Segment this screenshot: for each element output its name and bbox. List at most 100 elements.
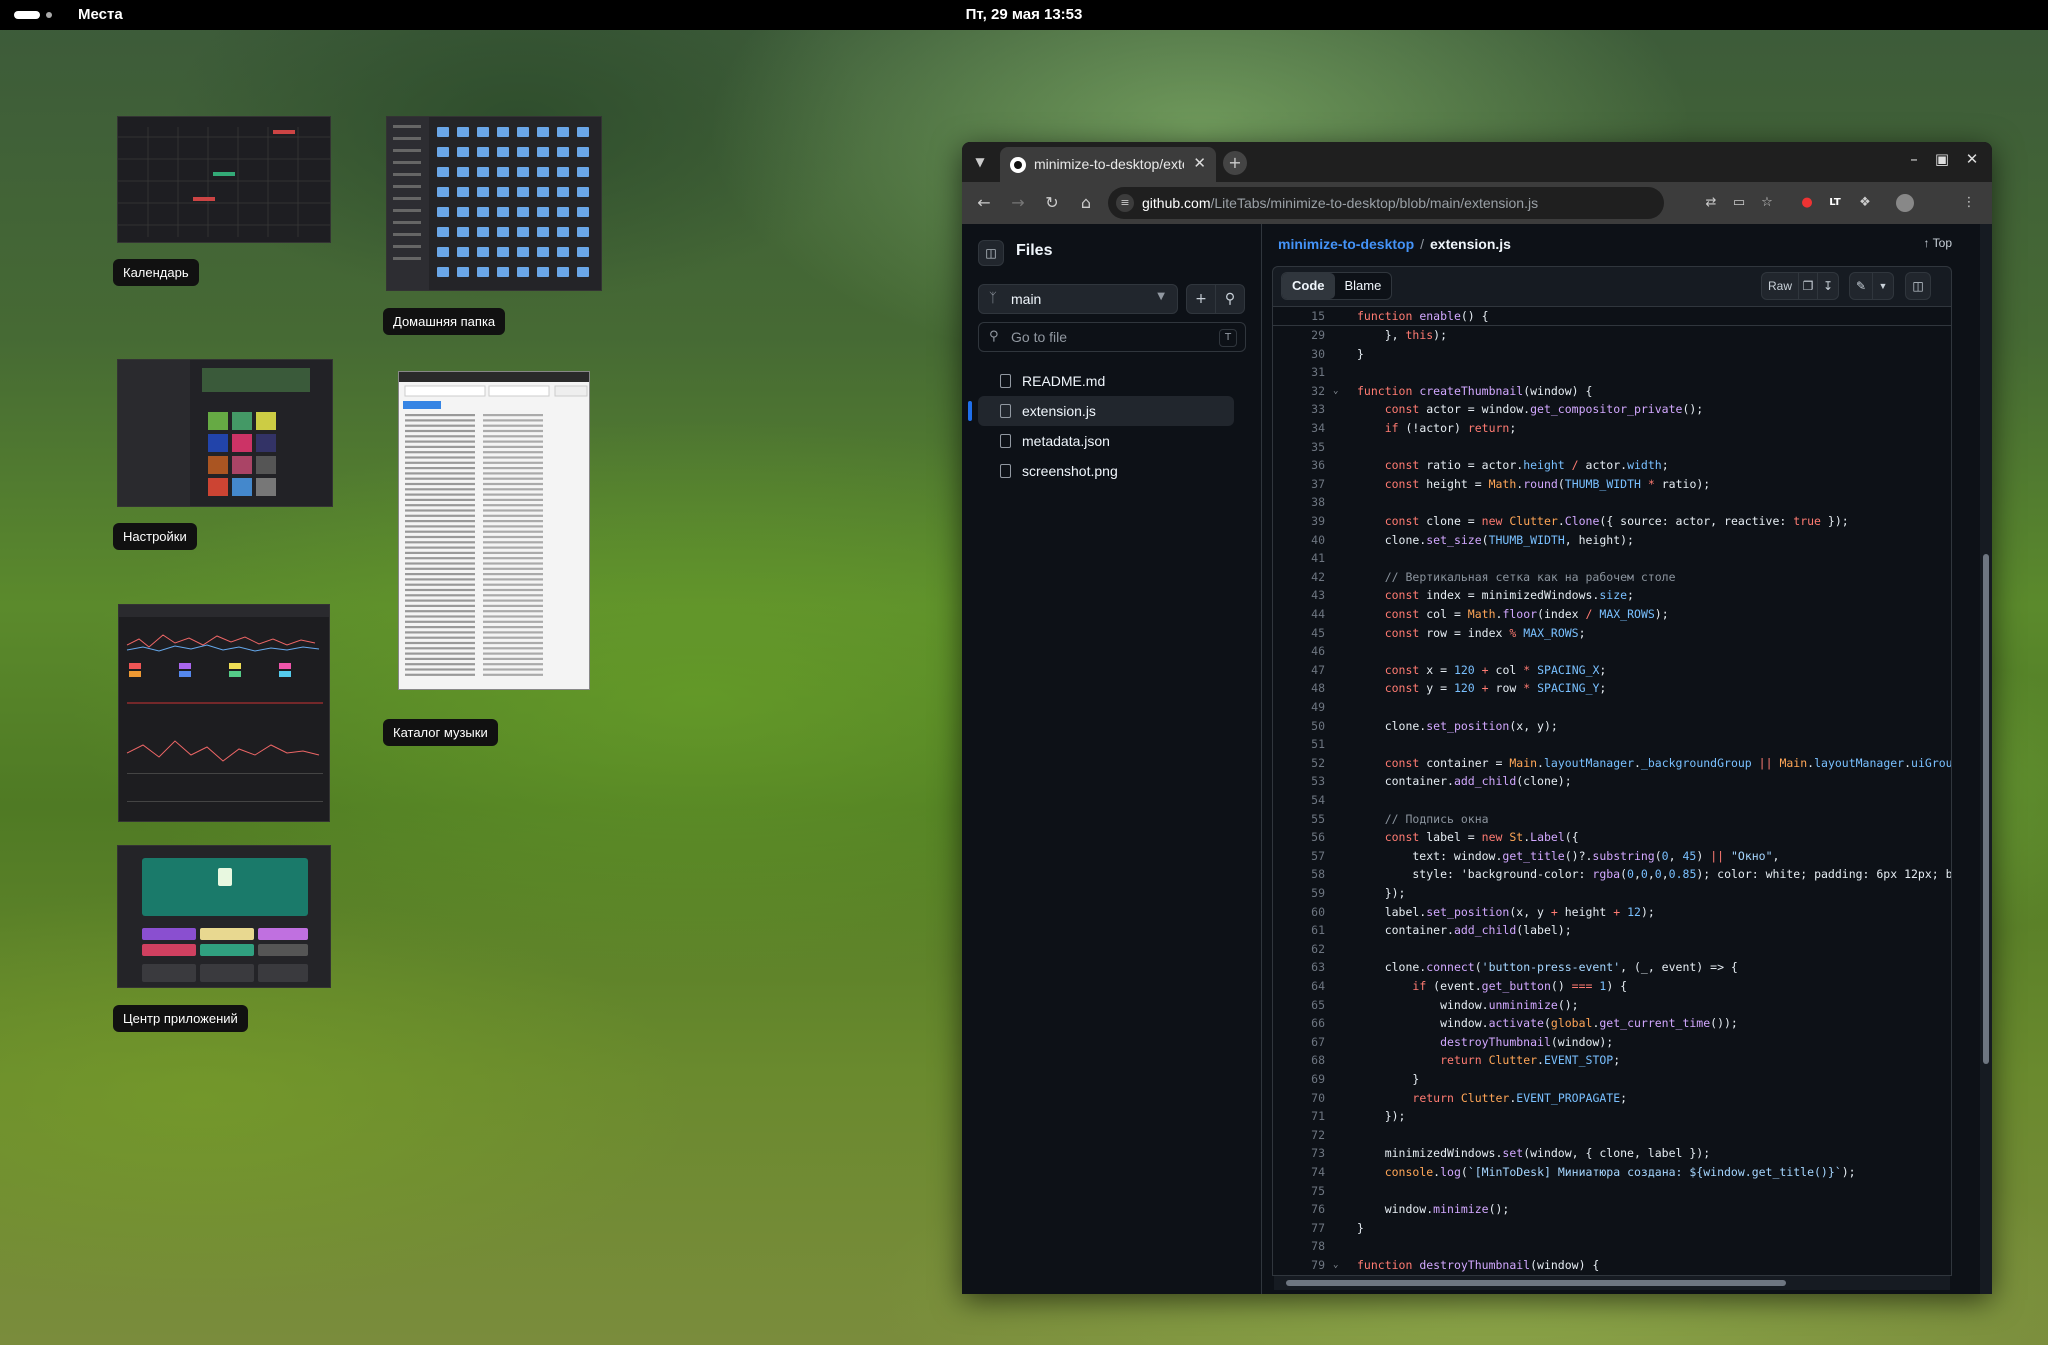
line-number[interactable]: 46 — [1273, 642, 1325, 661]
edit-pencil-icon[interactable]: ✎ — [1849, 272, 1873, 300]
line-number[interactable]: 51 — [1273, 735, 1325, 754]
extensions-puzzle-icon[interactable]: ❖ — [1856, 194, 1874, 212]
branch-selector[interactable]: ᛉ main ▼ — [978, 284, 1178, 314]
line-number[interactable]: 71 — [1273, 1107, 1325, 1126]
line-number[interactable]: 45 — [1273, 624, 1325, 643]
line-number[interactable]: 58 — [1273, 865, 1325, 884]
translate-icon[interactable]: ⇄ — [1702, 194, 1720, 212]
download-icon[interactable]: ↧ — [1817, 272, 1839, 300]
cast-icon[interactable]: ▭ — [1730, 194, 1748, 212]
line-number[interactable]: 76 — [1273, 1200, 1325, 1219]
reload-icon[interactable]: ↻ — [1040, 191, 1064, 215]
fold-chevron-icon[interactable]: ⌄ — [1333, 1256, 1338, 1275]
line-number[interactable]: 69 — [1273, 1070, 1325, 1089]
line-number[interactable]: 41 — [1273, 549, 1325, 568]
line-number[interactable]: 52 — [1273, 754, 1325, 773]
line-number[interactable]: 73 — [1273, 1144, 1325, 1163]
line-number[interactable]: 15 — [1273, 307, 1325, 326]
line-number[interactable]: 54 — [1273, 791, 1325, 810]
line-number[interactable]: 44 — [1273, 605, 1325, 624]
line-number[interactable]: 70 — [1273, 1089, 1325, 1108]
line-number[interactable]: 55 — [1273, 810, 1325, 829]
line-number[interactable]: 75 — [1273, 1182, 1325, 1201]
close-tab-icon[interactable]: ✕ — [1193, 154, 1206, 172]
go-to-file-input[interactable]: ⚲ Go to file T — [978, 322, 1246, 352]
file-item-readme[interactable]: README.md — [978, 366, 1234, 396]
clock[interactable]: Пт, 29 мая 13:53 — [0, 6, 2048, 23]
line-number[interactable]: 68 — [1273, 1051, 1325, 1070]
close-window-icon[interactable]: ✕ — [1962, 150, 1982, 168]
line-number[interactable]: 59 — [1273, 884, 1325, 903]
line-number[interactable]: 53 — [1273, 772, 1325, 791]
tab-search-button[interactable]: ▼ — [968, 150, 992, 174]
collapse-sidebar-icon[interactable]: ◫ — [978, 240, 1004, 266]
tab-blame[interactable]: Blame — [1335, 273, 1392, 299]
back-to-top-button[interactable]: ↑ Top — [1924, 236, 1952, 250]
symbols-panel-icon[interactable]: ◫ — [1905, 272, 1931, 300]
line-number[interactable]: 36 — [1273, 456, 1325, 475]
raw-button[interactable]: Raw — [1761, 272, 1799, 300]
line-number[interactable]: 78 — [1273, 1237, 1325, 1256]
file-item-metadata[interactable]: metadata.json — [978, 426, 1234, 456]
line-number[interactable]: 39 — [1273, 512, 1325, 531]
line-number[interactable]: 65 — [1273, 996, 1325, 1015]
line-number[interactable]: 50 — [1273, 717, 1325, 736]
edit-options-chevron-icon[interactable]: ▼ — [1872, 272, 1894, 300]
line-number[interactable]: 49 — [1273, 698, 1325, 717]
line-number[interactable]: 43 — [1273, 586, 1325, 605]
bookmark-star-icon[interactable]: ☆ — [1758, 194, 1776, 212]
line-number[interactable]: 56 — [1273, 828, 1325, 847]
search-files-button[interactable]: ⚲ — [1215, 284, 1245, 314]
line-number[interactable]: 47 — [1273, 661, 1325, 680]
line-number[interactable]: 38 — [1273, 493, 1325, 512]
address-bar[interactable]: ≡ github.com/LiteTabs/minimize-to-deskto… — [1108, 187, 1664, 219]
extension-litetabs-icon[interactable]: LT — [1826, 194, 1844, 212]
music-catalog-thumbnail[interactable] — [398, 371, 590, 690]
new-tab-button[interactable]: + — [1223, 151, 1247, 175]
active-tab[interactable]: minimize-to-desktop/extension.js ✕ — [1000, 147, 1216, 182]
line-number[interactable]: 48 — [1273, 679, 1325, 698]
profile-avatar[interactable] — [1896, 194, 1914, 212]
line-number[interactable]: 32 — [1273, 382, 1325, 401]
horizontal-scroll-thumb[interactable] — [1286, 1280, 1786, 1286]
line-number[interactable]: 63 — [1273, 958, 1325, 977]
app-center-thumbnail[interactable] — [117, 845, 331, 988]
browser-menu-icon[interactable]: ⋮ — [1960, 194, 1978, 212]
home-folder-thumbnail[interactable] — [386, 116, 602, 291]
system-monitor-thumbnail[interactable] — [118, 604, 330, 822]
minimize-icon[interactable]: – — [1904, 150, 1924, 168]
file-item-extension[interactable]: extension.js — [968, 396, 1234, 426]
calendar-thumbnail[interactable] — [117, 116, 331, 243]
line-number[interactable]: 40 — [1273, 531, 1325, 550]
line-number[interactable]: 61 — [1273, 921, 1325, 940]
line-number[interactable]: 29 — [1273, 326, 1325, 345]
line-number[interactable]: 31 — [1273, 363, 1325, 382]
line-number[interactable]: 74 — [1273, 1163, 1325, 1182]
line-number[interactable]: 66 — [1273, 1014, 1325, 1033]
back-icon[interactable]: ← — [972, 191, 996, 215]
line-number[interactable]: 35 — [1273, 438, 1325, 457]
line-number[interactable]: 57 — [1273, 847, 1325, 866]
maximize-icon[interactable]: ▣ — [1932, 150, 1952, 168]
settings-thumbnail[interactable] — [117, 359, 333, 507]
home-icon[interactable]: ⌂ — [1074, 191, 1098, 215]
line-number[interactable]: 62 — [1273, 940, 1325, 959]
forward-icon[interactable]: → — [1006, 191, 1030, 215]
line-number[interactable]: 30 — [1273, 345, 1325, 364]
horizontal-scrollbar[interactable] — [1274, 1276, 1950, 1290]
line-number[interactable]: 72 — [1273, 1126, 1325, 1145]
add-file-button[interactable]: + — [1186, 284, 1216, 314]
tab-code[interactable]: Code — [1282, 273, 1335, 299]
line-number[interactable]: 67 — [1273, 1033, 1325, 1052]
line-number[interactable]: 77 — [1273, 1219, 1325, 1238]
line-number[interactable]: 34 — [1273, 419, 1325, 438]
file-item-screenshot[interactable]: screenshot.png — [978, 456, 1234, 486]
vertical-scrollbar[interactable] — [1980, 224, 1992, 1294]
site-info-icon[interactable]: ≡ — [1116, 194, 1134, 212]
copy-icon[interactable]: ❐ — [1798, 272, 1818, 300]
line-number[interactable]: 42 — [1273, 568, 1325, 587]
line-number[interactable]: 79 — [1273, 1256, 1325, 1275]
line-number[interactable]: 60 — [1273, 903, 1325, 922]
extension-shield-icon[interactable]: ● — [1798, 194, 1816, 212]
line-number[interactable]: 37 — [1273, 475, 1325, 494]
